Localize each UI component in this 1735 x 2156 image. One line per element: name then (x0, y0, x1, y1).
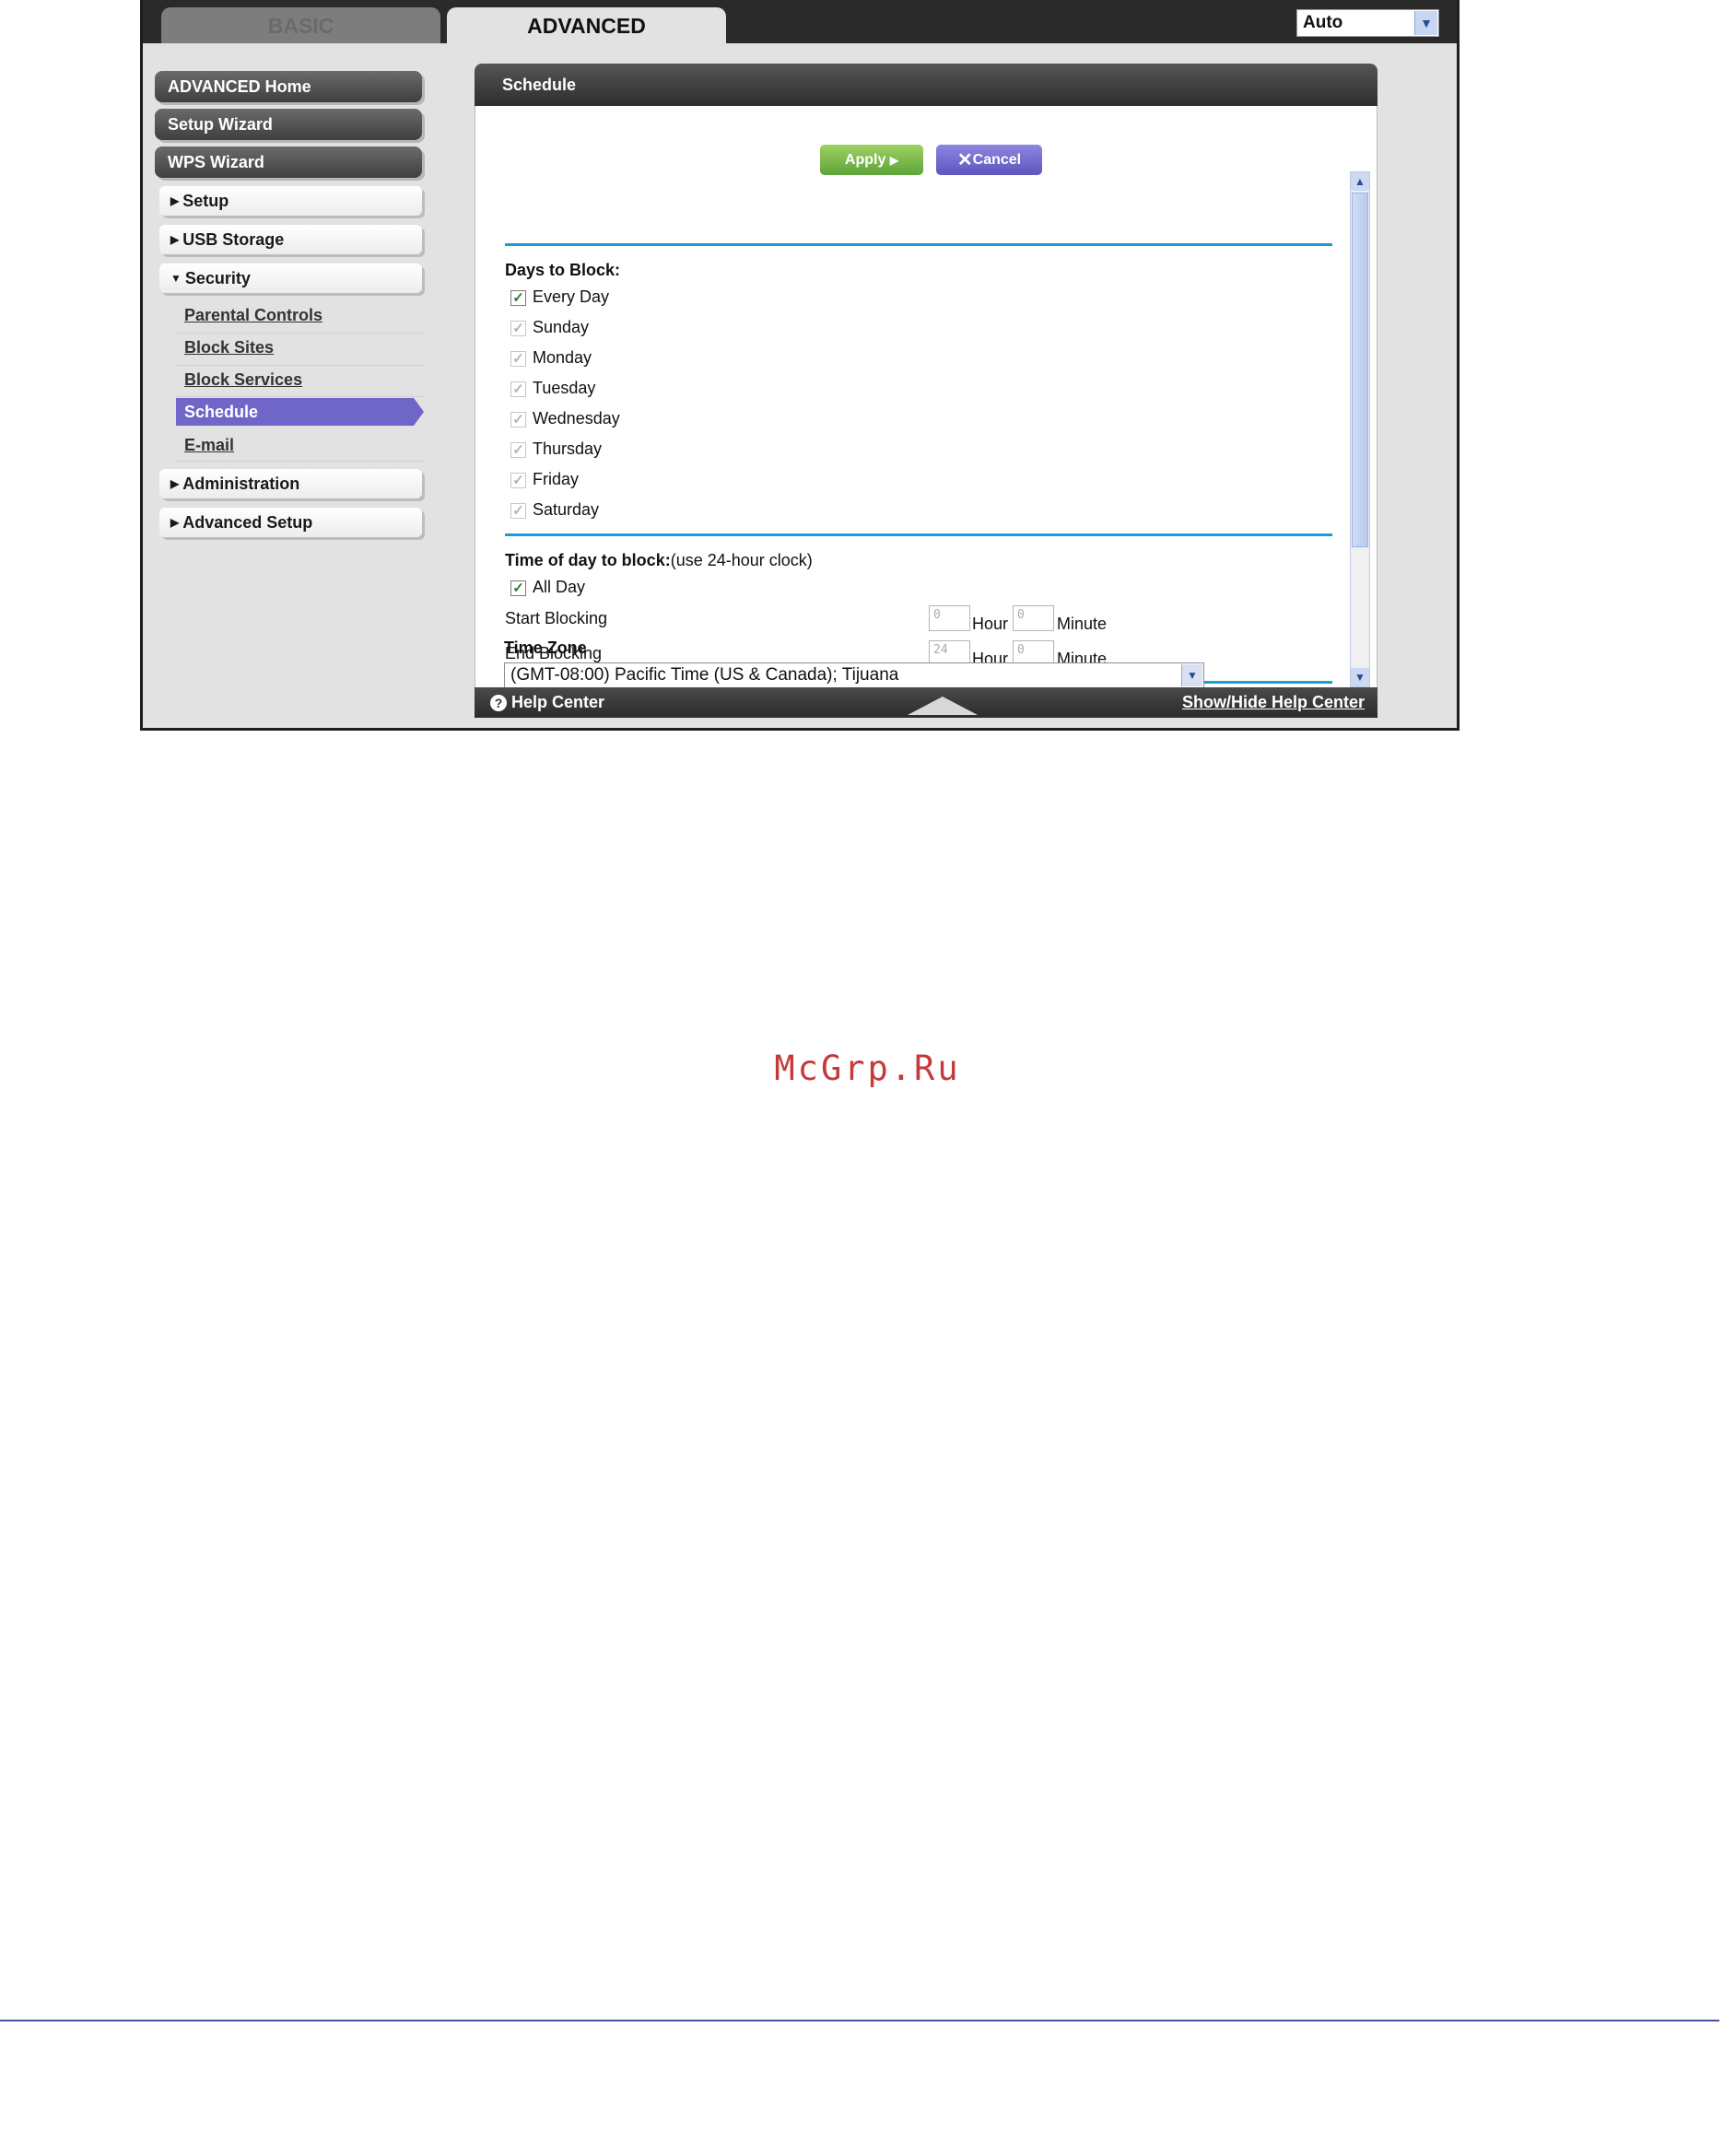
divider (175, 396, 424, 397)
scroll-down-arrow[interactable]: ▼ (1351, 668, 1369, 686)
time-zone-select[interactable]: (GMT-08:00) Pacific Time (US & Canada); … (504, 662, 1204, 688)
triangle-right-icon: ▶ (170, 477, 180, 490)
check-icon[interactable]: ✓ (510, 441, 526, 458)
day-label: Friday (533, 470, 580, 488)
cancel-button[interactable]: ✕Cancel (936, 145, 1042, 175)
all-day-label: All Day (533, 578, 586, 596)
time-of-day-note: (use 24-hour clock) (670, 551, 813, 569)
start-hour-input[interactable]: 0 (929, 605, 970, 631)
all-day-checkbox-row[interactable]: ✓ All Day (510, 577, 585, 597)
nav-advanced-home[interactable]: ADVANCED Home (155, 71, 422, 102)
time-zone-value: (GMT-08:00) Pacific Time (US & Canada); … (510, 665, 899, 685)
nav-parental-controls[interactable]: Parental Controls (184, 306, 322, 325)
page-bottom-rule (0, 2020, 1719, 2021)
day-label: Thursday (533, 439, 603, 458)
triangle-down-icon: ▼ (170, 272, 182, 285)
section-divider (505, 533, 1332, 536)
check-icon[interactable]: ✓ (510, 472, 526, 488)
check-icon[interactable]: ✓ (510, 320, 526, 336)
nav-setup-label: Setup (182, 192, 229, 210)
tab-advanced[interactable]: ADVANCED (447, 7, 726, 43)
nav-usb-storage[interactable]: ▶ USB Storage (159, 225, 422, 254)
panel-title: Schedule (475, 64, 1377, 106)
every-day-checkbox-row[interactable]: ✓ Every Day (510, 287, 609, 307)
day-checkbox-row[interactable]: ✓ Monday (510, 347, 592, 368)
nav-security[interactable]: ▼ Security (159, 264, 422, 293)
time-of-day-label: Time of day to block: (505, 551, 671, 569)
triangle-right-icon: ▶ (170, 516, 180, 529)
tab-basic[interactable]: BASIC (161, 7, 440, 43)
day-label: Wednesday (533, 409, 620, 428)
nav-block-sites[interactable]: Block Sites (184, 338, 274, 357)
day-label: Saturday (533, 500, 600, 519)
router-admin-window: BASIC ADVANCED Auto ▼ ADVANCED Home Setu… (140, 0, 1460, 731)
nav-advanced-setup[interactable]: ▶ Advanced Setup (159, 508, 422, 537)
days-to-block-title: Days to Block: (505, 261, 621, 279)
day-label: Monday (533, 348, 592, 367)
nav-schedule-selected[interactable]: Schedule (176, 398, 424, 426)
chevron-down-icon[interactable]: ▼ (1414, 11, 1437, 35)
triangle-right-icon: ▶ (170, 194, 180, 207)
day-checkbox-row[interactable]: ✓ Tuesday (510, 378, 595, 398)
time-zone-title: Time Zone (504, 639, 587, 657)
nav-setup[interactable]: ▶ Setup (159, 186, 422, 216)
every-day-label: Every Day (533, 287, 610, 306)
day-checkbox-row[interactable]: ✓ Saturday (510, 499, 599, 520)
nav-block-services[interactable]: Block Services (184, 370, 302, 390)
triangle-right-icon: ▶ (889, 154, 899, 167)
section-divider (505, 243, 1332, 246)
day-checkbox-row[interactable]: ✓ Wednesday (510, 408, 620, 428)
start-minute-input[interactable]: 0 (1013, 605, 1054, 631)
divider (175, 365, 424, 366)
language-select-value: Auto (1303, 13, 1343, 32)
scrollbar[interactable]: ▲ ▼ (1350, 171, 1370, 687)
divider (175, 461, 424, 462)
nav-security-label: Security (184, 269, 251, 287)
check-icon[interactable]: ✓ (510, 350, 526, 367)
time-of-day-title: Time of day to block:(use 24-hour clock) (505, 551, 813, 570)
show-hide-help-center-link[interactable]: Show/Hide Help Center (1182, 687, 1365, 718)
top-bar: BASIC ADVANCED Auto ▼ (143, 0, 1457, 43)
cancel-button-label: Cancel (972, 152, 1022, 168)
watermark: McGrp.Ru (774, 1049, 961, 1088)
day-checkbox-row[interactable]: ✓ Friday (510, 469, 579, 489)
chevron-down-icon[interactable]: ▼ (1181, 664, 1202, 686)
nav-wps-wizard[interactable]: WPS Wizard (155, 146, 422, 178)
close-icon: ✕ (956, 150, 973, 170)
nav-administration-label: Administration (182, 475, 300, 493)
all-day-checkbox[interactable]: ✓ (510, 580, 526, 596)
question-icon[interactable]: ? (490, 695, 507, 711)
triangle-right-icon: ▶ (170, 233, 180, 246)
minute-unit-label: Minute (1057, 615, 1108, 633)
day-label: Sunday (533, 318, 590, 336)
language-select[interactable]: Auto ▼ (1296, 9, 1439, 37)
day-label: Tuesday (533, 379, 596, 397)
every-day-checkbox[interactable]: ✓ (510, 289, 526, 306)
apply-button-label: Apply (844, 152, 886, 168)
scroll-up-arrow[interactable]: ▲ (1351, 172, 1369, 191)
nav-setup-wizard[interactable]: Setup Wizard (155, 109, 422, 140)
scrollbar-thumb[interactable] (1352, 193, 1368, 547)
panel-body: Apply ▶ ✕Cancel Days to Block: ✓ Every Da… (475, 106, 1377, 687)
help-center-label[interactable]: Help Center (511, 687, 604, 718)
check-icon[interactable]: ✓ (510, 381, 526, 397)
apply-button[interactable]: Apply ▶ (820, 145, 923, 175)
check-icon[interactable]: ✓ (510, 411, 526, 428)
check-icon[interactable]: ✓ (510, 502, 526, 519)
help-center-bar: ? Help Center Show/Hide Help Center (475, 687, 1377, 718)
nav-usb-storage-label: USB Storage (182, 230, 285, 249)
nav-administration[interactable]: ▶ Administration (159, 469, 422, 498)
nav-email[interactable]: E-mail (184, 436, 234, 455)
day-checkbox-row[interactable]: ✓ Sunday (510, 317, 589, 337)
nav-advanced-setup-label: Advanced Setup (182, 513, 313, 532)
help-toggle-arrow-icon[interactable] (908, 697, 978, 715)
hour-unit-label: Hour (972, 615, 1009, 633)
divider (175, 333, 424, 334)
start-blocking-label: Start Blocking (505, 609, 608, 627)
day-checkbox-row[interactable]: ✓ Thursday (510, 439, 602, 459)
schedule-panel: Schedule Apply ▶ ✕Cancel Days to Block: … (475, 64, 1377, 718)
